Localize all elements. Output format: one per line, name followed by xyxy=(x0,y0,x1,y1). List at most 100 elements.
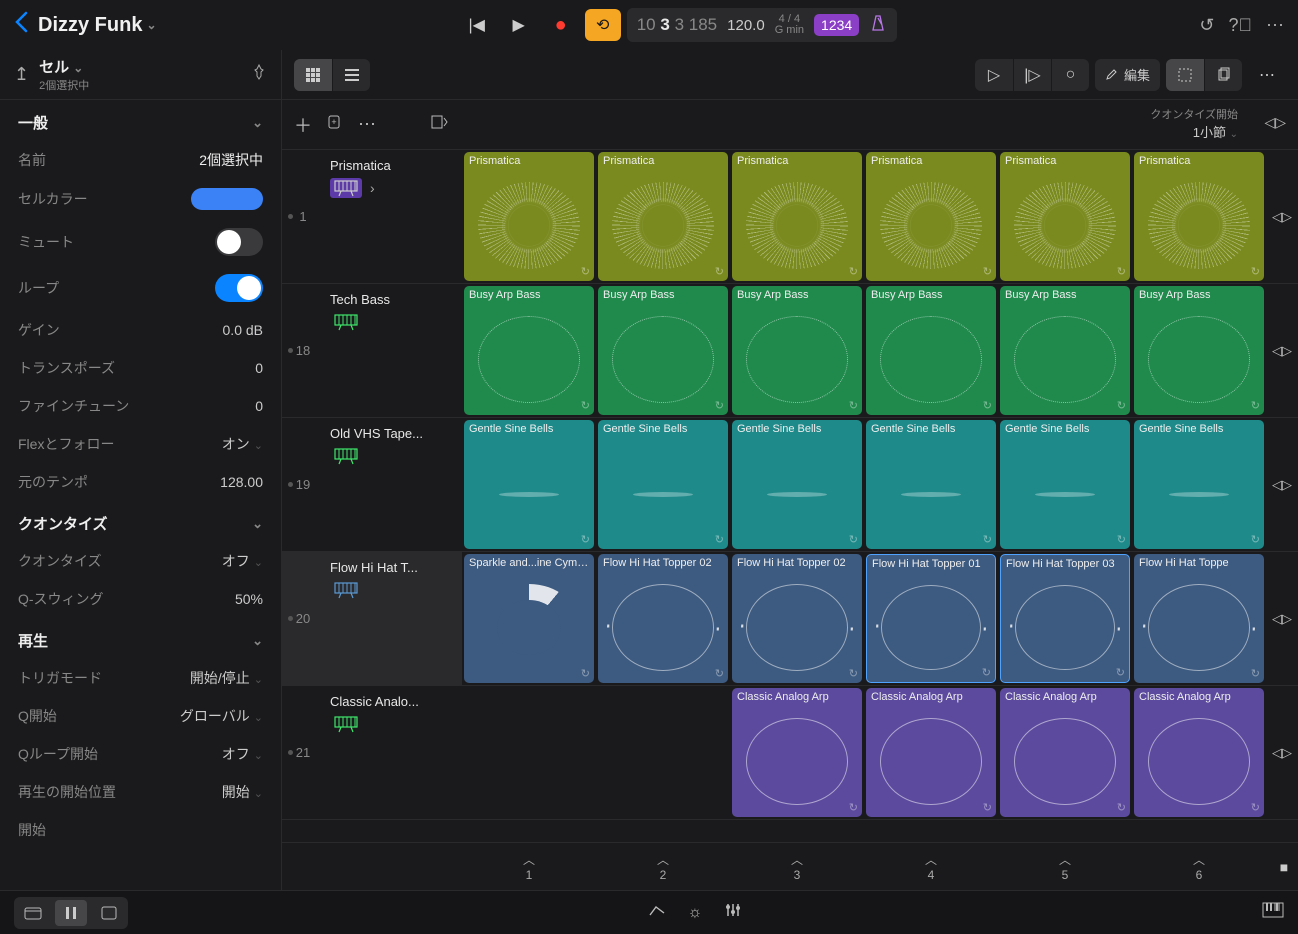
section-playback[interactable]: 再生⌄ xyxy=(0,618,281,659)
chevron-right-icon[interactable]: › xyxy=(370,180,375,196)
loop-cell[interactable]: Prismatica ↻ xyxy=(732,152,862,281)
record-button[interactable]: ● xyxy=(543,9,579,41)
scene-trigger[interactable]: ︿3 xyxy=(732,843,862,890)
row-name[interactable]: 名前2個選択中 xyxy=(0,141,281,179)
loop-cell[interactable] xyxy=(464,688,594,817)
scene-trigger[interactable]: ︿4 xyxy=(866,843,996,890)
loop-cell[interactable]: Prismatica ↻ xyxy=(1134,152,1264,281)
project-title[interactable]: Dizzy Funk ⌄ xyxy=(38,14,157,37)
loop-cell[interactable]: Gentle Sine Bells ↻ xyxy=(1000,420,1130,549)
controls-icon[interactable] xyxy=(724,901,742,924)
row-flex-follow[interactable]: Flexとフォローオン⌄ xyxy=(0,425,281,463)
row-finetune[interactable]: ファインチューン0 xyxy=(0,387,281,425)
loop-cell[interactable]: Classic Analog Arp ↻ xyxy=(1134,688,1264,817)
mixer-button[interactable] xyxy=(55,900,87,926)
track-header[interactable]: 19 Old VHS Tape... xyxy=(282,418,462,552)
row-cell-color[interactable]: セルカラー xyxy=(0,179,281,219)
go-to-start-button[interactable]: |◀ xyxy=(459,9,495,41)
grid-view-button[interactable] xyxy=(294,59,332,91)
track-more-button[interactable]: ⋯ xyxy=(358,114,376,135)
browser-button[interactable] xyxy=(17,900,49,926)
scene-trigger[interactable]: ︿5 xyxy=(1000,843,1130,890)
loop-cell[interactable]: Classic Analog Arp ↻ xyxy=(732,688,862,817)
help-button[interactable]: ?⃝ xyxy=(1228,15,1252,36)
lcd-display[interactable]: 10 3 3 185 120.0 4 / 4G min 1234 xyxy=(627,8,897,42)
copy-button[interactable] xyxy=(1204,59,1242,91)
duplicate-button[interactable]: + xyxy=(326,113,344,136)
tempo-display[interactable]: 120.0 xyxy=(727,17,765,34)
instrument-icon[interactable] xyxy=(330,714,362,734)
scene-stop-button[interactable]: ■ xyxy=(1270,843,1298,890)
add-track-button[interactable]: ＋ xyxy=(294,112,312,138)
loop-cell[interactable]: Gentle Sine Bells ↻ xyxy=(732,420,862,549)
loop-cell[interactable]: Flow Hi Hat Toppe ↻ xyxy=(1134,554,1264,683)
row-q-loop-start[interactable]: Qループ開始オフ⌄ xyxy=(0,735,281,773)
row-trigger-arrows[interactable]: ◁▷ xyxy=(1268,554,1296,683)
loop-cell[interactable]: Flow Hi Hat Topper 02 ↻ xyxy=(732,554,862,683)
instrument-icon[interactable] xyxy=(330,580,362,600)
loop-cell[interactable]: Prismatica ↻ xyxy=(464,152,594,281)
row-qswing[interactable]: Q-スウィング50% xyxy=(0,580,281,618)
scene-trigger[interactable]: ︿6 xyxy=(1134,843,1264,890)
loop-cell[interactable]: Busy Arp Bass ↻ xyxy=(464,286,594,415)
quantize-start[interactable]: クオンタイズ開始 1小節 ⌄ xyxy=(1150,106,1238,141)
row-trigger-arrows[interactable]: ◁▷ xyxy=(1268,688,1296,817)
pin-icon[interactable] xyxy=(251,64,267,85)
row-play-start-pos[interactable]: 再生の開始位置開始⌄ xyxy=(0,773,281,811)
play-all-button[interactable]: ▷ xyxy=(975,59,1013,91)
automation-button[interactable] xyxy=(648,901,666,924)
loop-cell[interactable]: Flow Hi Hat Topper 02 ↻ xyxy=(598,554,728,683)
loop-cell[interactable]: Gentle Sine Bells ↻ xyxy=(866,420,996,549)
mute-toggle[interactable] xyxy=(215,228,263,256)
loop-cell[interactable]: Classic Analog Arp ↻ xyxy=(866,688,996,817)
list-view-button[interactable] xyxy=(332,59,370,91)
record-cell-button[interactable]: ○ xyxy=(1051,59,1089,91)
loop-cell[interactable]: Flow Hi Hat Topper 01 ↻ xyxy=(866,554,996,683)
metronome-icon[interactable] xyxy=(869,14,887,37)
row-nav-arrows[interactable]: ◁▷ xyxy=(1264,114,1286,131)
section-general[interactable]: 一般⌄ xyxy=(0,100,281,141)
playhead-position[interactable]: 10 3 3 185 xyxy=(637,15,717,35)
loop-cell[interactable]: Gentle Sine Bells ↻ xyxy=(464,420,594,549)
back-button[interactable] xyxy=(14,11,28,39)
marquee-button[interactable] xyxy=(1166,59,1204,91)
cycle-button[interactable]: ⟲ xyxy=(585,9,621,41)
instrument-icon[interactable] xyxy=(330,178,362,198)
keyboard-button[interactable] xyxy=(1262,902,1284,923)
loop-cell[interactable]: Busy Arp Bass ↻ xyxy=(866,286,996,415)
row-trigger-mode[interactable]: トリガモード開始/停止⌄ xyxy=(0,659,281,697)
scene-trigger[interactable]: ︿2 xyxy=(598,843,728,890)
loop-toggle[interactable] xyxy=(215,274,263,302)
row-transpose[interactable]: トランスポーズ0 xyxy=(0,349,281,387)
loop-cell[interactable]: Busy Arp Bass ↻ xyxy=(598,286,728,415)
track-header[interactable]: 1 Prismatica › xyxy=(282,150,462,284)
loop-cell[interactable]: Gentle Sine Bells ↻ xyxy=(1134,420,1264,549)
loop-cell[interactable]: Flow Hi Hat Topper 03 ↻ xyxy=(1000,554,1130,683)
loop-cell[interactable] xyxy=(598,688,728,817)
count-in-button[interactable]: 1234 xyxy=(814,14,859,36)
row-trigger-arrows[interactable]: ◁▷ xyxy=(1268,286,1296,415)
row-trigger-arrows[interactable]: ◁▷ xyxy=(1268,420,1296,549)
editor-button[interactable] xyxy=(93,900,125,926)
loop-cell[interactable]: Busy Arp Bass ↻ xyxy=(1134,286,1264,415)
row-start[interactable]: 開始 xyxy=(0,811,281,849)
edit-button[interactable]: 編集 xyxy=(1095,59,1160,91)
instrument-icon[interactable] xyxy=(330,446,362,466)
section-quantize[interactable]: クオンタイズ⌄ xyxy=(0,501,281,542)
undo-button[interactable]: ↺ xyxy=(1199,15,1214,36)
row-quantize[interactable]: クオンタイズオフ⌄ xyxy=(0,542,281,580)
row-orig-tempo[interactable]: 元のテンポ128.00 xyxy=(0,463,281,501)
loop-cell[interactable]: Prismatica ↻ xyxy=(1000,152,1130,281)
loop-cell[interactable]: Sparkle and...ine Cymbal ↻ xyxy=(464,554,594,683)
row-gain[interactable]: ゲイン0.0 dB xyxy=(0,311,281,349)
track-header[interactable]: 18 Tech Bass xyxy=(282,284,462,418)
toolbar-more-button[interactable]: ⋯ xyxy=(1248,59,1286,91)
track-header[interactable]: 20 Flow Hi Hat T... xyxy=(282,552,462,686)
play-button[interactable]: ▶ xyxy=(501,9,537,41)
track-header[interactable]: 21 Classic Analo... xyxy=(282,686,462,820)
time-signature[interactable]: 4 / 4G min xyxy=(775,14,804,36)
color-swatch[interactable] xyxy=(191,188,263,210)
row-q-start[interactable]: Q開始グローバル⌄ xyxy=(0,697,281,735)
loop-cell[interactable]: Classic Analog Arp ↻ xyxy=(1000,688,1130,817)
loop-cell[interactable]: Busy Arp Bass ↻ xyxy=(732,286,862,415)
